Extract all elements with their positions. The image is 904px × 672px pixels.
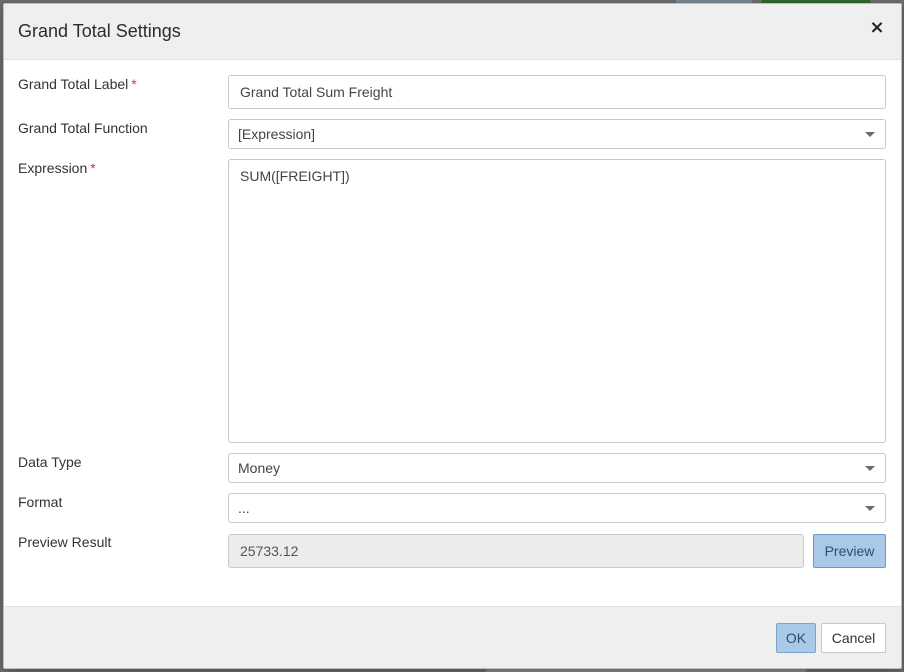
field-label-text: Format <box>18 494 63 510</box>
required-marker: * <box>90 160 96 176</box>
format-select[interactable]: ... <box>228 493 886 523</box>
grand-total-function-label: Grand Total Function <box>18 120 148 136</box>
format-label: Format <box>18 494 62 510</box>
close-button[interactable]: × <box>867 18 887 38</box>
select-value: [Expression] <box>238 126 316 142</box>
required-marker: * <box>131 76 137 92</box>
dialog-header: Grand Total Settings × <box>4 4 901 60</box>
dialog-footer: OK Cancel <box>4 606 901 668</box>
chevron-down-icon <box>865 466 875 471</box>
preview-result-field <box>228 534 804 568</box>
dialog-title: Grand Total Settings <box>18 21 181 41</box>
expression-textarea[interactable]: SUM([FREIGHT]) <box>228 159 886 443</box>
select-value: ... <box>238 500 250 516</box>
select-value: Money <box>238 460 281 476</box>
preview-button[interactable]: Preview <box>813 534 886 568</box>
close-icon: × <box>869 17 885 38</box>
grand-total-label-label: Grand Total Label * <box>18 76 137 92</box>
chevron-down-icon <box>865 506 875 511</box>
data-type-label: Data Type <box>18 454 82 470</box>
preview-result-label: Preview Result <box>18 534 111 550</box>
field-label-text: Data Type <box>18 454 82 470</box>
field-label-text: Grand Total Label <box>18 76 129 92</box>
grand-total-settings-dialog: Grand Total Settings × Grand Total Label… <box>3 3 902 669</box>
grand-total-label-input[interactable] <box>228 75 886 109</box>
data-type-select[interactable]: Money <box>228 453 886 483</box>
field-label-text: Grand Total Function <box>18 120 148 136</box>
cancel-button[interactable]: Cancel <box>821 623 886 653</box>
field-label-text: Expression <box>18 160 88 176</box>
ok-button[interactable]: OK <box>776 623 816 653</box>
expression-label: Expression * <box>18 160 96 176</box>
chevron-down-icon <box>865 132 875 137</box>
grand-total-function-select[interactable]: [Expression] <box>228 119 886 149</box>
field-label-text: Preview Result <box>18 534 112 550</box>
